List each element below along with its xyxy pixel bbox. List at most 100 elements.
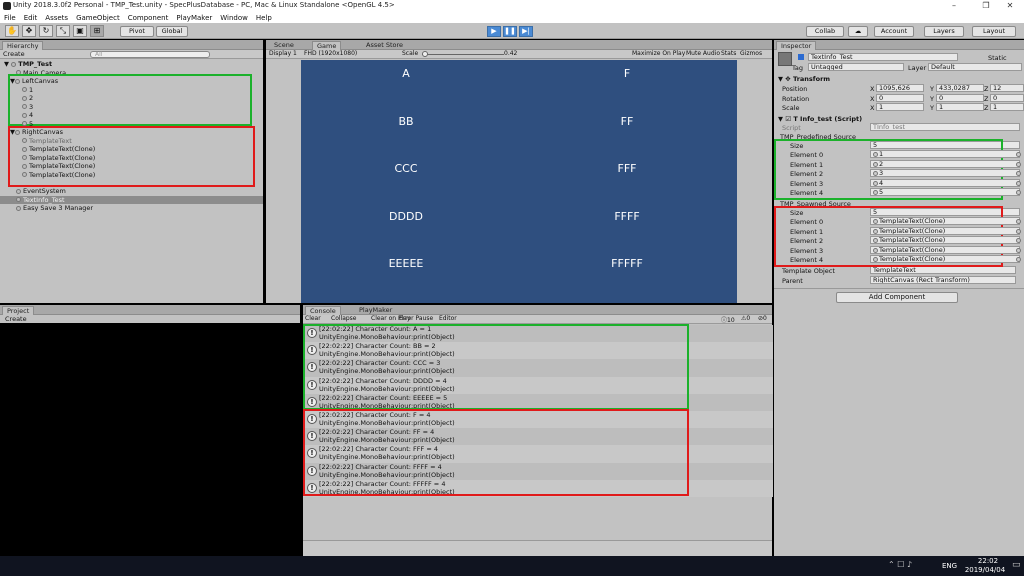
layout-dropdown[interactable]: Layout [972, 26, 1016, 37]
resolution-dropdown[interactable]: FHD (1920x1080) [304, 50, 357, 57]
object-picker-icon[interactable] [1016, 161, 1021, 167]
element-field[interactable]: TemplateText(Clone) [870, 245, 1020, 254]
tab-console[interactable]: Console [305, 306, 341, 315]
clock-time[interactable]: 22:02 [968, 557, 1008, 565]
parent-field[interactable]: RightCanvas (Rect Transform) [870, 276, 1016, 284]
console-entry[interactable]: ! [22:02:22] Character Count: FFFF = 4 Uni… [303, 462, 773, 480]
account-dropdown[interactable]: Account [874, 26, 914, 37]
console-entry[interactable]: ! [22:02:22] Character Count: FFFFF = 4 Un… [303, 479, 773, 497]
hierarchy-item-left-child[interactable]: 1 [22, 86, 33, 95]
active-checkbox[interactable] [798, 54, 804, 60]
hierarchy-item-right-child[interactable]: TemplateText(Clone) [22, 162, 95, 171]
tab-hierarchy[interactable]: Hierarchy [2, 41, 44, 50]
element-field[interactable]: 1 [870, 150, 1020, 158]
tab-playmaker[interactable]: PlayMaker [355, 306, 396, 315]
rect-tool-icon[interactable]: ▣ [73, 25, 87, 37]
scale-slider[interactable] [422, 54, 504, 55]
hierarchy-search-input[interactable]: All [90, 51, 210, 58]
hierarchy-item-left-child[interactable]: 3 [22, 103, 33, 112]
object-picker-icon[interactable] [1016, 228, 1021, 234]
console-entry[interactable]: ! [22:02:22] Character Count: CCC = 3 Unit… [303, 359, 773, 377]
object-picker-icon[interactable] [1016, 247, 1021, 253]
step-button[interactable]: ▶| [519, 26, 533, 37]
object-picker-icon[interactable] [1016, 171, 1021, 177]
hierarchy-item-left-child[interactable]: 4 [22, 111, 33, 120]
console-entry[interactable]: ! [22:02:22] Character Count: EEEEE = 5 Un… [303, 393, 773, 411]
position-z-field[interactable]: 12 [990, 84, 1024, 92]
collab-button[interactable]: Collab [806, 26, 844, 37]
layer-dropdown[interactable]: Default [928, 63, 1022, 71]
play-button[interactable]: ▶ [487, 26, 501, 37]
pivot-button[interactable]: Pivot [120, 26, 154, 37]
hierarchy-item-main-camera[interactable]: Main Camera [16, 69, 66, 78]
scale-tool-icon[interactable]: ⤡ [56, 25, 70, 37]
console-entry[interactable]: ! [22:02:22] Character Count: FF = 4 Unity… [303, 428, 773, 446]
scale-x-field[interactable]: 1 [876, 103, 924, 111]
console-entry[interactable]: ! [22:02:22] Character Count: F = 4 UnityE… [303, 411, 773, 429]
spawned-source-label[interactable]: TMP_Spawned Source [780, 200, 851, 208]
console-entry[interactable]: ! [22:02:22] Character Count: BB = 2 Unity… [303, 342, 773, 360]
spawned-size-field[interactable]: 5 [870, 208, 1020, 216]
warning-count[interactable]: ⚠0 [741, 315, 750, 322]
error-pause-button[interactable]: Error Pause [399, 315, 433, 322]
hierarchy-item-left-child[interactable]: 2 [22, 94, 33, 103]
rotation-z-field[interactable]: 0 [990, 93, 1024, 102]
move-tool-icon[interactable]: ✥ [22, 25, 36, 37]
scene-root[interactable]: ▼ TMP_Test [4, 60, 52, 69]
error-count[interactable]: ⊘0 [758, 315, 767, 322]
console-entry[interactable]: ! [22:02:22] Character Count: FFF = 4 Unit… [303, 445, 773, 463]
global-button[interactable]: Global [156, 26, 188, 37]
predefined-source-label[interactable]: TMP_Predefined Source [780, 133, 856, 141]
hierarchy-item-right-child[interactable]: TemplateText(Clone) [22, 154, 95, 163]
script-checkbox-icon[interactable]: ☑ [785, 115, 791, 123]
console-detail-area[interactable] [303, 540, 772, 556]
log-count[interactable]: ⓘ10 [721, 315, 735, 324]
script-component-header[interactable]: ▼ ☑ T Info_test (Script) [778, 115, 862, 123]
console-entry[interactable]: ! [22:02:22] Character Count: DDDD = 4 Uni… [303, 376, 773, 394]
menu-item-file[interactable]: File [4, 14, 16, 22]
hierarchy-item-textinfo-test[interactable]: TextInfo_Test [0, 195, 263, 204]
static-toggle[interactable]: Static [988, 54, 1007, 62]
element-field[interactable]: 5 [870, 188, 1020, 197]
hierarchy-item-leftcanvas[interactable]: ▼ LeftCanvas [10, 77, 58, 86]
hierarchy-item-right-child[interactable]: TemplateText [22, 137, 72, 146]
object-picker-icon[interactable] [1016, 180, 1021, 186]
add-component-button[interactable]: Add Component [836, 292, 958, 303]
cloud-icon[interactable]: ☁ [848, 26, 868, 37]
element-field[interactable]: 3 [870, 169, 1020, 178]
predefined-size-field[interactable]: 5 [870, 141, 1020, 149]
menu-item-assets[interactable]: Assets [45, 14, 68, 22]
maximize-on-play-toggle[interactable]: Maximize On Play [632, 50, 685, 57]
console-entry[interactable]: ! [22:02:22] Character Count: A = 1 UnityE… [303, 325, 773, 343]
editor-dropdown[interactable]: Editor [439, 315, 457, 322]
transform-header[interactable]: ▼ ✥ Transform [778, 75, 830, 83]
hierarchy-item-easy-save[interactable]: Easy Save 3 Manager [16, 204, 93, 213]
menu-item-edit[interactable]: Edit [24, 14, 38, 22]
hierarchy-item-eventsystem[interactable]: EventSystem [16, 187, 66, 196]
transform-tool-icon[interactable]: ⊞ [90, 25, 104, 37]
position-x-field[interactable]: 1095,626 [876, 84, 924, 92]
element-field[interactable]: TemplateText(Clone) [870, 236, 1020, 245]
rotation-x-field[interactable]: 0 [876, 93, 924, 102]
menu-item-help[interactable]: Help [256, 14, 272, 22]
template-object-field[interactable]: TemplateText [870, 266, 1016, 274]
gizmos-toggle[interactable]: Gizmos [740, 50, 762, 57]
create-dropdown[interactable]: Create [3, 50, 25, 58]
hand-tool-icon[interactable]: ✋ [5, 25, 19, 37]
element-field[interactable]: TemplateText(Clone) [870, 217, 1020, 225]
hierarchy-item-right-child[interactable]: TemplateText(Clone) [22, 145, 95, 154]
tab-asset-store[interactable]: Asset Store [362, 41, 407, 50]
tab-scene[interactable]: Scene [270, 41, 298, 50]
clear-button[interactable]: Clear [305, 315, 321, 322]
language-indicator[interactable]: ENG [942, 562, 957, 570]
clock-date[interactable]: 2019/04/04 [960, 566, 1010, 574]
minimize-icon[interactable]: – [940, 0, 968, 12]
object-picker-icon[interactable] [1016, 238, 1021, 244]
menu-item-window[interactable]: Window [220, 14, 248, 22]
tab-inspector[interactable]: Inspector [776, 41, 817, 50]
hierarchy-item-rightcanvas[interactable]: ▼ RightCanvas [10, 128, 63, 137]
mute-audio-toggle[interactable]: Mute Audio [686, 50, 720, 57]
object-picker-icon[interactable] [1016, 219, 1021, 224]
menu-item-component[interactable]: Component [128, 14, 169, 22]
pause-button[interactable]: ❚❚ [503, 26, 517, 37]
